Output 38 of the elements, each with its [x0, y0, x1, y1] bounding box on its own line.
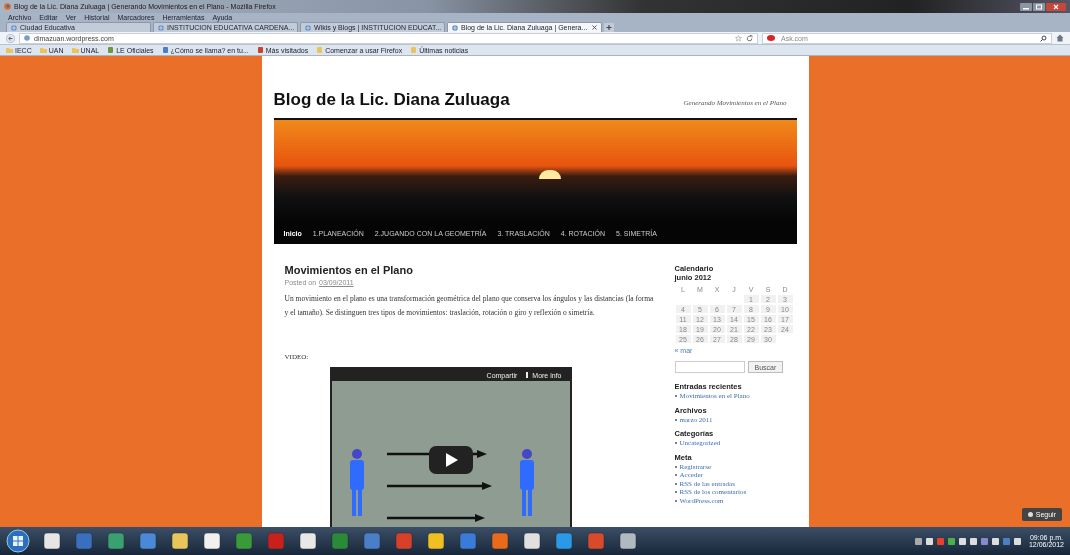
post-title[interactable]: Movimientos en el Plano [284, 264, 659, 276]
star-icon[interactable] [735, 34, 742, 42]
play-icon[interactable] [428, 446, 473, 474]
search-engine-icon [767, 35, 777, 41]
page-icon [316, 47, 324, 53]
app-icon[interactable] [618, 531, 638, 551]
folder-icon [39, 47, 47, 53]
page-icon [410, 47, 418, 53]
close-icon[interactable] [592, 25, 597, 30]
page-icon [256, 47, 264, 53]
folder-icon [71, 47, 79, 53]
blog-title[interactable]: Blog de la Lic. Diana Zuluaga [273, 90, 510, 110]
reload-icon[interactable] [746, 34, 753, 42]
app-icon[interactable] [170, 531, 190, 551]
new-tab-icon[interactable] [604, 23, 614, 32]
folder-icon [6, 47, 13, 53]
globe-icon [158, 24, 164, 31]
app-icon[interactable] [522, 531, 542, 551]
home-icon[interactable] [1056, 34, 1064, 42]
close-icon[interactable] [1046, 2, 1066, 11]
search-icon[interactable] [1040, 34, 1047, 42]
globe-icon [452, 24, 458, 31]
page-icon [107, 47, 115, 53]
info-icon [525, 372, 530, 378]
search-field[interactable] [674, 361, 745, 373]
app-icon[interactable] [298, 531, 318, 551]
maximize-icon[interactable] [1033, 2, 1045, 11]
app-icon[interactable] [202, 531, 222, 551]
page-icon [161, 47, 169, 53]
globe-icon [11, 24, 17, 31]
firefox-icon [4, 3, 11, 10]
minimize-icon[interactable] [1020, 2, 1032, 11]
back-arrow-icon[interactable] [6, 33, 15, 43]
globe-icon [305, 24, 311, 31]
start-button-icon[interactable] [6, 529, 30, 553]
globe-icon [24, 35, 30, 41]
app-icon[interactable] [426, 531, 446, 551]
app-icon[interactable] [42, 531, 62, 551]
